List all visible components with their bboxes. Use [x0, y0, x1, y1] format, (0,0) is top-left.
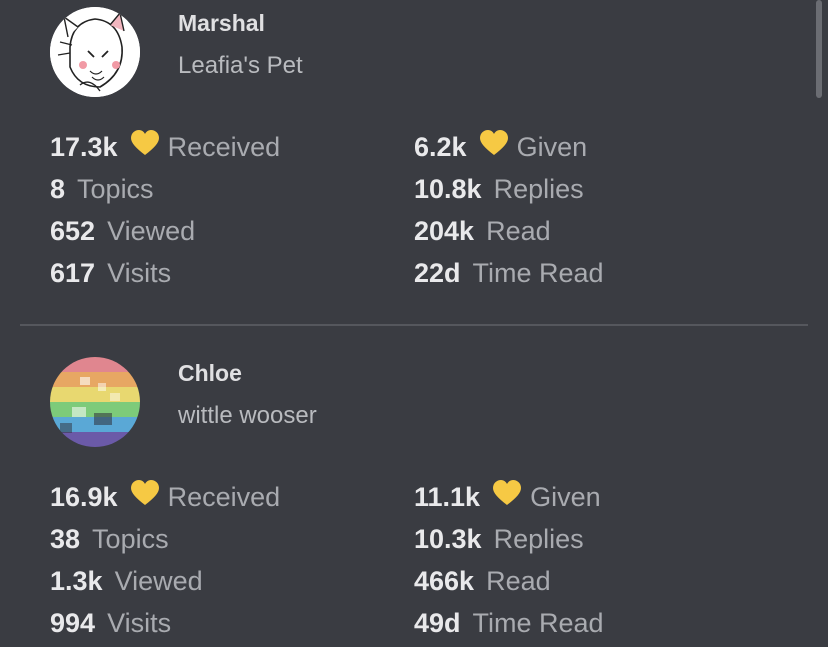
- stat-value: 1.3k: [50, 566, 103, 596]
- stat-value: 10.8k: [414, 174, 482, 204]
- stat-value: 617: [50, 258, 96, 288]
- heart-icon: [492, 479, 522, 514]
- stat-likes-received: 16.9k Received: [50, 479, 281, 520]
- heart-icon: [479, 129, 509, 164]
- stat-label: Visits: [107, 258, 172, 288]
- stat-value: 6.2k: [414, 132, 467, 162]
- stat-likes-given: 11.1k Given: [414, 479, 601, 520]
- stat-read: 466k Read: [414, 564, 551, 604]
- stat-value: 204k: [414, 216, 475, 246]
- stat-topics: 38 Topics: [50, 522, 169, 562]
- stat-read: 204k Read: [414, 214, 551, 254]
- heart-icon: [130, 479, 160, 514]
- stat-likes-received: 17.3k Received: [50, 129, 281, 170]
- stat-label: Viewed: [114, 566, 203, 596]
- stat-label: Read: [486, 216, 551, 246]
- stat-value: 994: [50, 608, 96, 638]
- stat-value: 466k: [414, 566, 475, 596]
- stat-time-read: 22d Time Read: [414, 256, 604, 296]
- stat-likes-given: 6.2k Given: [414, 129, 588, 170]
- stat-label: Topics: [77, 174, 154, 204]
- stat-time-read: 49d Time Read: [414, 606, 604, 646]
- stat-label: Visits: [107, 608, 172, 638]
- stat-value: 22d: [414, 258, 461, 288]
- stat-label: Time Read: [472, 608, 604, 638]
- stat-label: Replies: [493, 524, 584, 554]
- stat-label: Received: [167, 132, 281, 162]
- heart-icon: [130, 129, 160, 164]
- stat-viewed: 652 Viewed: [50, 214, 195, 254]
- stat-label: Given: [530, 482, 601, 512]
- stat-topics: 8 Topics: [50, 172, 154, 212]
- user-card-marshal: Marshal Leafia's Pet 17.3k Received 6.2k G…: [0, 0, 828, 324]
- stat-value: 10.3k: [414, 524, 482, 554]
- user-name[interactable]: Chloe: [178, 360, 242, 387]
- avatar[interactable]: [50, 7, 140, 97]
- stat-value: 16.9k: [50, 482, 118, 512]
- stat-value: 49d: [414, 608, 461, 638]
- stat-value: 652: [50, 216, 96, 246]
- stat-viewed: 1.3k Viewed: [50, 564, 203, 604]
- stat-label: Given: [516, 132, 588, 162]
- stat-value: 17.3k: [50, 132, 118, 162]
- user-card-chloe: Chloe wittle wooser 16.9k Received 11.1k G…: [0, 326, 828, 647]
- stat-replies: 10.8k Replies: [414, 172, 584, 212]
- stat-replies: 10.3k Replies: [414, 522, 584, 562]
- user-title: Leafia's Pet: [178, 52, 303, 79]
- stat-label: Received: [167, 482, 281, 512]
- stat-label: Read: [486, 566, 551, 596]
- stat-label: Replies: [493, 174, 584, 204]
- user-name[interactable]: Marshal: [178, 10, 265, 37]
- user-title: wittle wooser: [178, 402, 317, 429]
- avatar[interactable]: [50, 357, 140, 447]
- stat-visits: 994 Visits: [50, 606, 171, 646]
- stat-label: Viewed: [107, 216, 196, 246]
- stat-visits: 617 Visits: [50, 256, 171, 296]
- stat-value: 38: [50, 524, 81, 554]
- stat-label: Time Read: [472, 258, 604, 288]
- stat-value: 8: [50, 174, 66, 204]
- stat-value: 11.1k: [414, 482, 481, 512]
- stat-label: Topics: [92, 524, 169, 554]
